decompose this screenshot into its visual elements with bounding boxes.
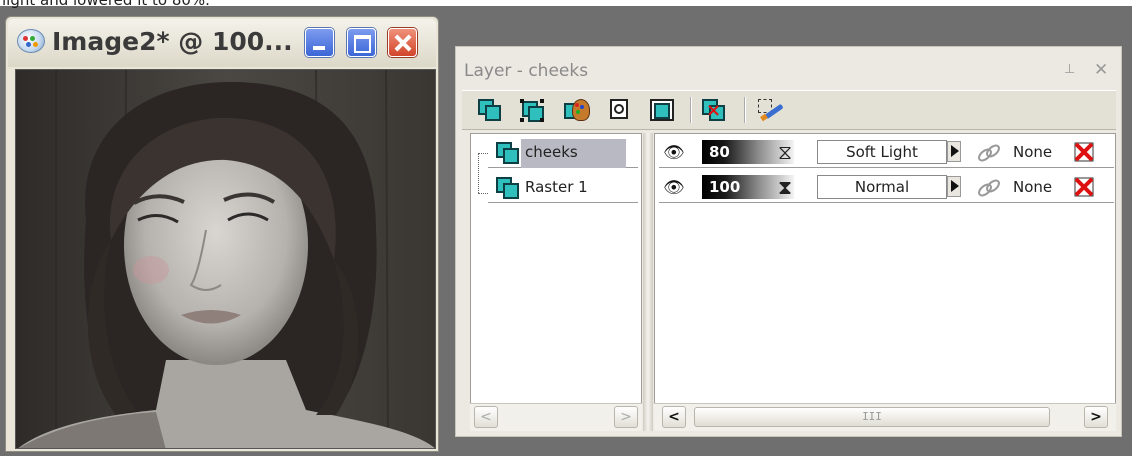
layer-name: Raster 1 — [525, 178, 588, 196]
triangle-right-icon — [951, 180, 959, 192]
toolbar-separator — [690, 97, 691, 123]
layer-palette[interactable]: Layer - cheeks ⊥ ✕ × cheeks Raster 1 👁 8… — [455, 46, 1122, 437]
opacity-value: 100 — [709, 178, 741, 196]
link-chain-icon[interactable] — [975, 143, 1003, 163]
minimize-button[interactable] — [305, 28, 334, 57]
paint-palette-icon — [17, 29, 45, 53]
properties-scrollbar[interactable]: < III > — [654, 403, 1116, 431]
layer-name: cheeks — [521, 139, 626, 168]
portrait-photo — [16, 70, 435, 448]
layer-row-raster-1[interactable]: Raster 1 — [488, 172, 638, 203]
triangle-right-icon — [951, 145, 959, 157]
pin-icon[interactable]: ⊥ — [1064, 63, 1076, 76]
delete-mask-icon[interactable] — [1073, 141, 1095, 163]
close-palette-button[interactable]: ✕ — [1094, 60, 1108, 80]
raster-layer-icon — [496, 142, 519, 164]
layer-props-row-cheeks: 👁 80 ⧖ Soft Light None — [659, 137, 1114, 168]
image-window-titlebar[interactable]: Image2* @ 100... — [8, 19, 436, 67]
image-window[interactable]: Image2* @ 100... — [5, 16, 439, 452]
new-vector-layer-icon[interactable] — [520, 99, 544, 122]
tree-connector — [478, 153, 479, 193]
new-art-media-layer-icon[interactable] — [564, 99, 590, 121]
image-canvas[interactable] — [15, 69, 436, 449]
layer-list-pane[interactable]: cheeks Raster 1 — [470, 133, 642, 431]
toolbar-separator — [744, 97, 745, 123]
layer-properties-pane[interactable]: 👁 80 ⧖ Soft Light None 👁 100 ⧗ Normal No… — [654, 133, 1116, 431]
scroll-left-button[interactable]: < — [662, 406, 686, 428]
edit-selection-icon[interactable] — [758, 99, 784, 122]
caption-strip: light and lowered it to 80%. — [0, 0, 1132, 9]
link-group-value: None — [1013, 143, 1053, 161]
maximize-button[interactable] — [347, 28, 376, 57]
opacity-value: 80 — [709, 143, 730, 161]
caption-fragment: light and lowered it to 80%. — [2, 0, 210, 9]
blend-mode-select[interactable]: Soft Light — [817, 140, 947, 164]
delete-layer-icon[interactable]: × — [702, 99, 726, 121]
scroll-left-button[interactable]: < — [474, 406, 498, 428]
layer-row-cheeks[interactable]: cheeks — [488, 137, 638, 168]
scroll-right-button[interactable]: > — [1084, 406, 1108, 428]
visibility-eye-icon[interactable]: 👁 — [663, 180, 685, 197]
tree-connector — [478, 193, 488, 194]
new-mask-layer-icon[interactable] — [608, 99, 632, 121]
new-adjustment-layer-icon[interactable] — [650, 99, 674, 121]
link-chain-icon[interactable] — [975, 178, 1003, 198]
image-window-title: Image2* @ 100... — [52, 27, 293, 56]
layer-palette-title: Layer - cheeks — [464, 61, 589, 81]
hourglass-icon: ⧗ — [777, 175, 793, 199]
blend-mode-select[interactable]: Normal — [817, 175, 947, 199]
scroll-right-button[interactable]: > — [614, 406, 638, 428]
close-button[interactable] — [388, 28, 417, 57]
hourglass-icon: ⧖ — [777, 140, 793, 164]
layer-props-row-raster-1: 👁 100 ⧗ Normal None — [659, 172, 1114, 203]
pane-splitter[interactable] — [643, 133, 653, 431]
layer-toolbar: × — [462, 90, 1116, 130]
visibility-eye-icon[interactable]: 👁 — [663, 145, 685, 162]
raster-layer-icon — [496, 177, 519, 199]
layer-list-scrollbar[interactable]: < > — [470, 403, 642, 431]
scroll-thumb[interactable]: III — [694, 407, 1050, 427]
link-group-value: None — [1013, 178, 1053, 196]
delete-mask-icon[interactable] — [1073, 176, 1095, 198]
tree-connector — [478, 153, 488, 154]
new-raster-layer-icon[interactable] — [478, 99, 502, 121]
